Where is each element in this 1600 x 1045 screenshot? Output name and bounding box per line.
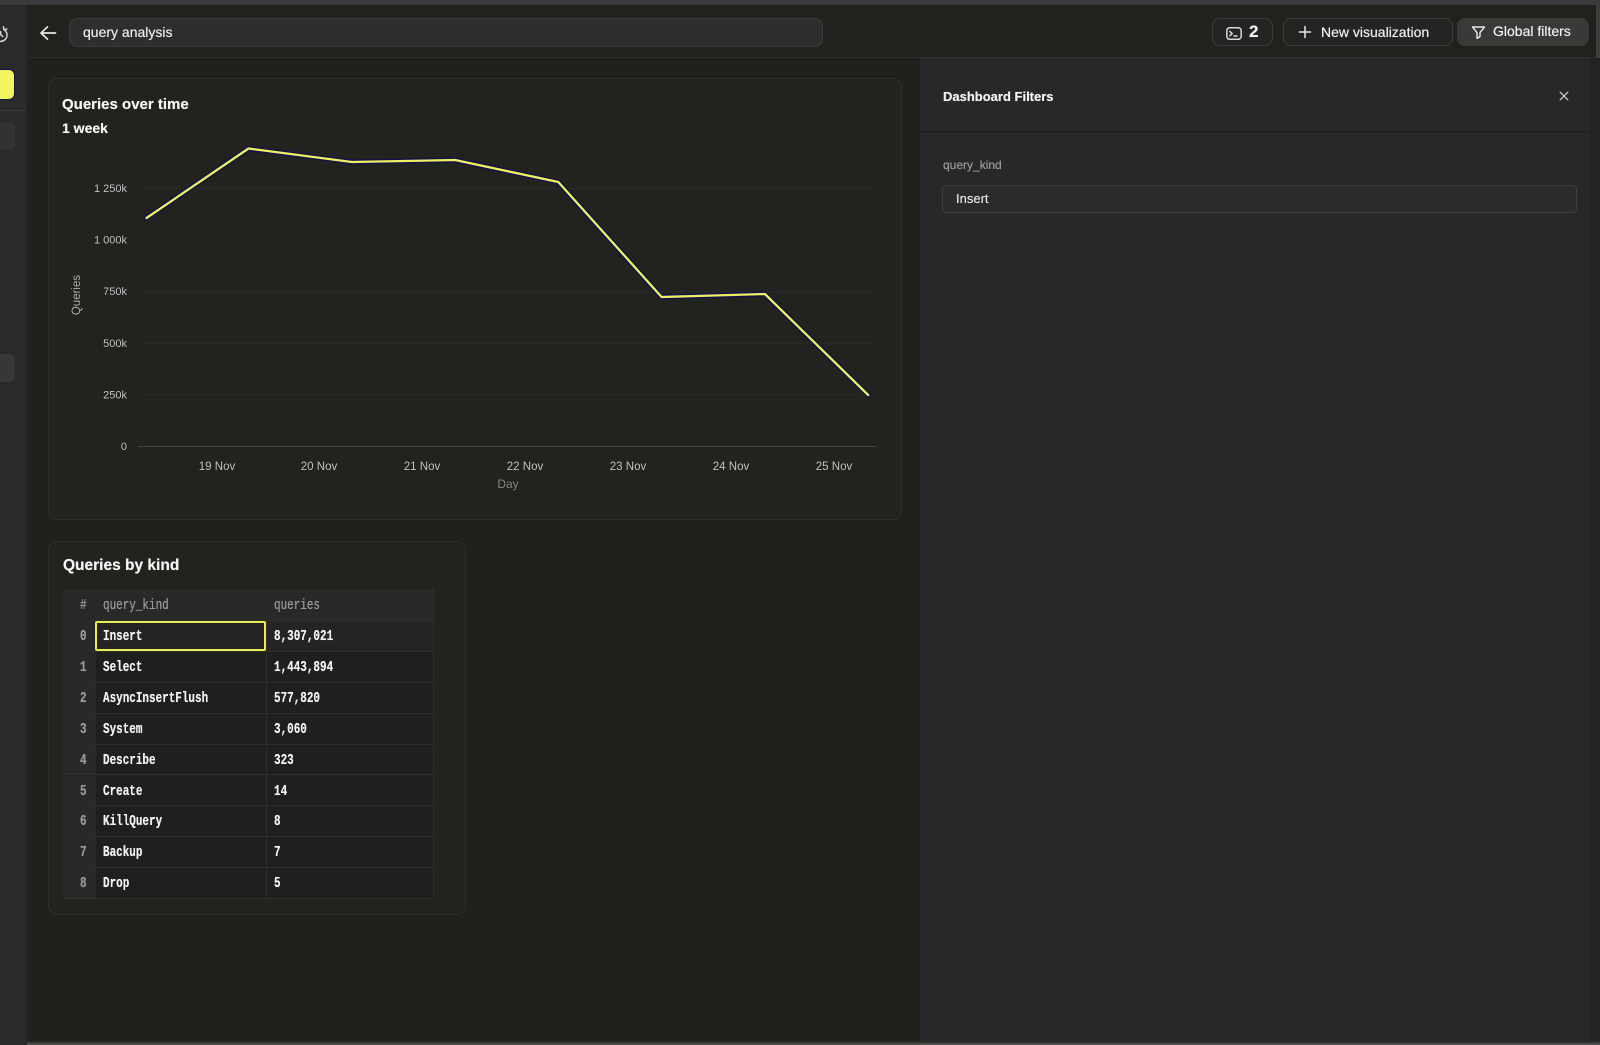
svg-text:21 Nov: 21 Nov bbox=[404, 461, 441, 473]
svg-text:25 Nov: 25 Nov bbox=[816, 461, 853, 473]
svg-text:22 Nov: 22 Nov bbox=[507, 461, 544, 473]
svg-text:23 Nov: 23 Nov bbox=[610, 461, 647, 473]
svg-text:19 Nov: 19 Nov bbox=[199, 461, 236, 473]
svg-text:0: 0 bbox=[121, 441, 127, 453]
svg-text:Queries: Queries bbox=[71, 275, 83, 316]
svg-text:24 Nov: 24 Nov bbox=[713, 461, 750, 473]
svg-text:1 250k: 1 250k bbox=[94, 183, 128, 195]
svg-text:500k: 500k bbox=[103, 338, 127, 350]
svg-text:1 000k: 1 000k bbox=[94, 235, 128, 247]
svg-text:Day: Day bbox=[497, 477, 518, 491]
svg-text:20 Nov: 20 Nov bbox=[301, 461, 338, 473]
svg-text:250k: 250k bbox=[103, 390, 127, 402]
svg-text:750k: 750k bbox=[103, 286, 127, 298]
